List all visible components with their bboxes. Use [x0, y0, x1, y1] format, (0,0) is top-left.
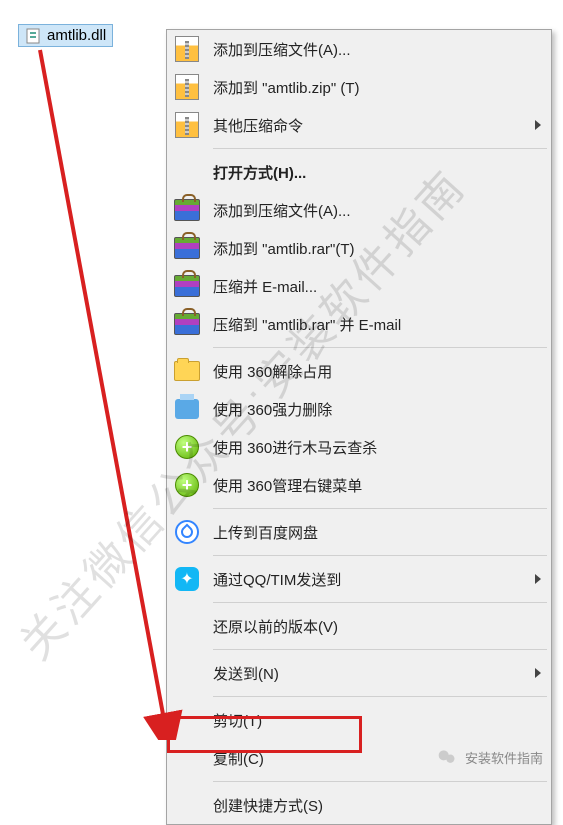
- baidu-icon: [173, 518, 201, 546]
- menu-label: 添加到 "amtlib.rar"(T): [213, 238, 541, 259]
- menu-separator: [213, 602, 547, 603]
- menu-label: 压缩到 "amtlib.rar" 并 E-mail: [213, 314, 541, 335]
- winrar-icon: [173, 234, 201, 262]
- menu-label: 创建快捷方式(S): [213, 795, 541, 816]
- menu-360-trojan-scan[interactable]: + 使用 360进行木马云查杀: [167, 428, 551, 466]
- menu-label: 压缩并 E-mail...: [213, 276, 541, 297]
- menu-label: 使用 360强力删除: [213, 399, 541, 420]
- blank-icon: [173, 791, 201, 819]
- winzip-icon: [173, 111, 201, 139]
- submenu-arrow-icon: [535, 574, 541, 584]
- menu-label: 还原以前的版本(V): [213, 616, 541, 637]
- menu-restore-previous[interactable]: 还原以前的版本(V): [167, 607, 551, 645]
- menu-label: 使用 360进行木马云查杀: [213, 437, 541, 458]
- menu-separator: [213, 508, 547, 509]
- menu-separator: [213, 148, 547, 149]
- winrar-icon: [173, 196, 201, 224]
- menu-label: 上传到百度网盘: [213, 522, 541, 543]
- menu-separator: [213, 347, 547, 348]
- winrar-icon: [173, 272, 201, 300]
- qq-icon: ✦: [173, 565, 201, 593]
- menu-label: 使用 360解除占用: [213, 361, 541, 382]
- blank-icon: [173, 158, 201, 186]
- footer-attribution: 安装软件指南: [437, 747, 543, 767]
- plus-360-icon: +: [173, 433, 201, 461]
- blank-icon: [173, 659, 201, 687]
- menu-label: 剪切(T): [213, 710, 541, 731]
- menu-upload-baidu[interactable]: 上传到百度网盘: [167, 513, 551, 551]
- blank-icon: [173, 744, 201, 772]
- plus-360-icon: +: [173, 471, 201, 499]
- file-item-selected[interactable]: amtlib.dll: [18, 24, 113, 47]
- menu-360-manage-context[interactable]: + 使用 360管理右键菜单: [167, 466, 551, 504]
- menu-create-shortcut[interactable]: 创建快捷方式(S): [167, 786, 551, 824]
- menu-rar-compress-email[interactable]: 压缩到 "amtlib.rar" 并 E-mail: [167, 305, 551, 343]
- menu-360-unlock[interactable]: 使用 360解除占用: [167, 352, 551, 390]
- file-name: amtlib.dll: [47, 27, 106, 44]
- winrar-icon: [173, 310, 201, 338]
- menu-label: 添加到 "amtlib.zip" (T): [213, 77, 541, 98]
- menu-label: 添加到压缩文件(A)...: [213, 39, 541, 60]
- blank-icon: [173, 706, 201, 734]
- blank-icon: [173, 612, 201, 640]
- folder-360-icon: [173, 357, 201, 385]
- printer-360-icon: [173, 395, 201, 423]
- menu-label: 发送到(N): [213, 663, 535, 684]
- menu-rar-email[interactable]: 压缩并 E-mail...: [167, 267, 551, 305]
- winzip-icon: [173, 73, 201, 101]
- winzip-icon: [173, 35, 201, 63]
- menu-label: 其他压缩命令: [213, 115, 535, 136]
- menu-open-with[interactable]: 打开方式(H)...: [167, 153, 551, 191]
- menu-separator: [213, 649, 547, 650]
- menu-separator: [213, 781, 547, 782]
- menu-send-via-qq[interactable]: ✦ 通过QQ/TIM发送到: [167, 560, 551, 598]
- menu-add-to-zip[interactable]: 添加到 "amtlib.zip" (T): [167, 68, 551, 106]
- menu-separator: [213, 555, 547, 556]
- menu-rar-add-archive[interactable]: 添加到压缩文件(A)...: [167, 191, 551, 229]
- menu-label: 使用 360管理右键菜单: [213, 475, 541, 496]
- menu-rar-add-named[interactable]: 添加到 "amtlib.rar"(T): [167, 229, 551, 267]
- menu-add-to-archive[interactable]: 添加到压缩文件(A)...: [167, 30, 551, 68]
- menu-separator: [213, 696, 547, 697]
- footer-text: 安装软件指南: [465, 748, 543, 767]
- submenu-arrow-icon: [535, 668, 541, 678]
- wechat-icon: [437, 747, 457, 767]
- menu-label: 打开方式(H)...: [213, 162, 541, 183]
- dll-file-icon: [25, 28, 41, 44]
- menu-label: 添加到压缩文件(A)...: [213, 200, 541, 221]
- context-menu: 添加到压缩文件(A)... 添加到 "amtlib.zip" (T) 其他压缩命…: [166, 29, 552, 825]
- submenu-arrow-icon: [535, 120, 541, 130]
- menu-360-force-delete[interactable]: 使用 360强力删除: [167, 390, 551, 428]
- menu-cut[interactable]: 剪切(T): [167, 701, 551, 739]
- menu-other-compress[interactable]: 其他压缩命令: [167, 106, 551, 144]
- menu-label: 通过QQ/TIM发送到: [213, 569, 535, 590]
- menu-send-to[interactable]: 发送到(N): [167, 654, 551, 692]
